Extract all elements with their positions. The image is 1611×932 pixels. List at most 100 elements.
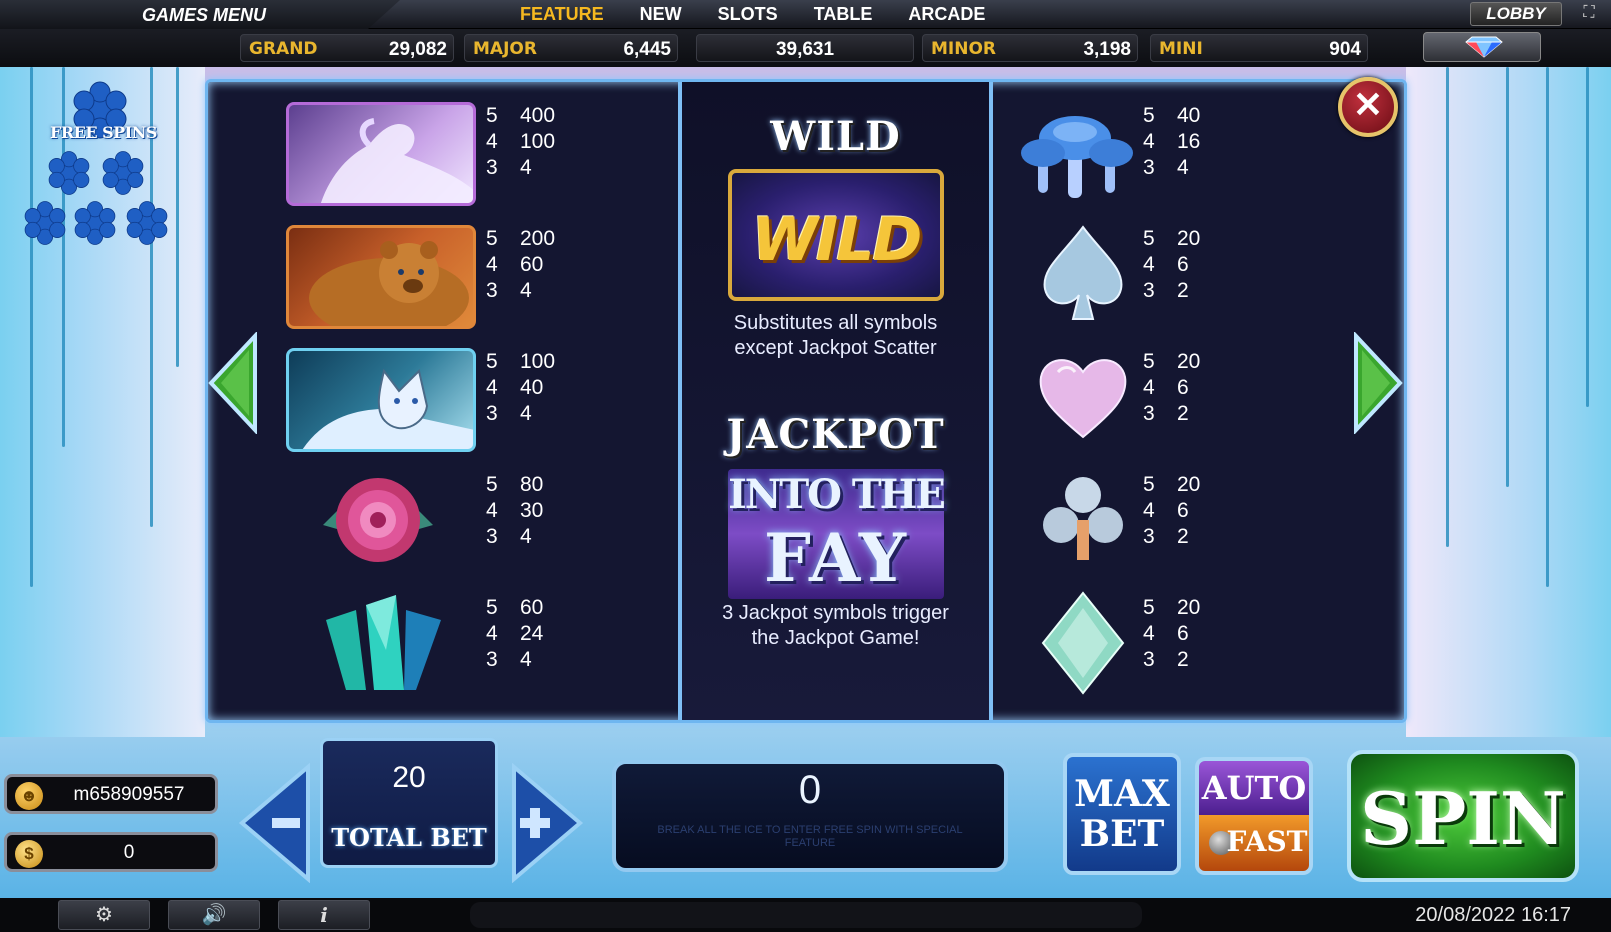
payout-value: 2	[1177, 525, 1189, 548]
payout-value: 20	[1177, 350, 1201, 373]
win-hint-text: BREAK ALL THE ICE TO ENTER FREE SPIN WIT…	[657, 824, 963, 849]
match-count: 4	[1143, 622, 1155, 645]
balance-text: 0	[123, 842, 135, 863]
mushroom-icon	[1021, 116, 1133, 198]
paytable-row: 5 60 4 24 34	[208, 584, 678, 707]
payout-value: 4	[520, 279, 532, 302]
previous-page-arrow[interactable]	[205, 332, 263, 434]
jackpot-major-value: 6,445	[623, 39, 671, 60]
user-icon: ☻	[15, 782, 43, 810]
jackpot-logo-line: INTO THE	[728, 471, 946, 518]
lobby-button[interactable]: LOBBY	[1470, 2, 1562, 26]
payout-list: 5 20 46 32	[1143, 595, 1200, 673]
close-button[interactable]: ✕	[1338, 77, 1398, 137]
max-bet-button[interactable]: MAX BET	[1063, 753, 1181, 875]
games-menu-button[interactable]: GAMES MENU	[0, 0, 400, 29]
match-count: 3	[1143, 156, 1155, 179]
fullscreen-icon[interactable]: ⛶	[1578, 4, 1600, 24]
jackpot-mini: MINI 904	[1150, 34, 1368, 62]
jackpot-description-line: 3 Jackpot symbols trigger	[722, 602, 949, 624]
spin-label: SPIN	[1360, 776, 1566, 861]
decrease-bet-button[interactable]	[236, 763, 314, 883]
tab-new[interactable]: NEW	[640, 4, 682, 25]
payout-value: 100	[520, 350, 556, 373]
jackpot-description: 3 Jackpot symbols trigger the Jackpot Ga…	[682, 601, 989, 651]
auto-spin-button[interactable]: AUTO	[1195, 757, 1313, 815]
paytable-row: 5 20 46 32	[993, 215, 1404, 338]
payout-value: 40	[1177, 104, 1201, 127]
tab-slots[interactable]: SLOTS	[718, 4, 778, 25]
match-count: 3	[486, 648, 498, 671]
match-count: 4	[1143, 253, 1155, 276]
paytable-left-column: 5 400 4 100 34 5 200 4 60 34 5 100 4 40 …	[208, 82, 678, 720]
category-tabs: FEATURE NEW SLOTS TABLE ARCADE	[520, 4, 1021, 25]
win-display: 0 BREAK ALL THE ICE TO ENTER FREE SPIN W…	[612, 760, 1008, 872]
close-icon: ✕	[1352, 84, 1384, 125]
settings-button[interactable]: ⚙	[58, 900, 150, 930]
paytable-panel: 5 400 4 100 34 5 200 4 60 34 5 100 4 40 …	[205, 79, 1407, 723]
paytable-row: 5 20 46 32	[993, 584, 1404, 707]
fast-spin-button[interactable]: FAST	[1195, 815, 1313, 875]
jackpot-grand-value: 29,082	[388, 39, 447, 60]
tab-feature[interactable]: FEATURE	[520, 4, 604, 25]
footer-bar: ⚙ 🔊 i 20/08/2022 16:17	[0, 898, 1611, 932]
info-button[interactable]: i	[278, 900, 370, 930]
jackpot-description-line: the Jackpot Game!	[751, 627, 920, 649]
payout-list: 5 200 4 60 34	[486, 226, 555, 304]
wolf-symbol	[286, 348, 476, 452]
crystal-icon	[326, 595, 441, 690]
tab-arcade[interactable]: ARCADE	[908, 4, 985, 25]
total-bet-value: 20	[392, 761, 426, 794]
balance-display: $ 0	[4, 832, 218, 872]
match-count: 4	[1143, 376, 1155, 399]
paytable-row: 5 80 4 30 34	[208, 461, 678, 584]
match-count: 5	[1143, 473, 1155, 496]
diamond-button[interactable]	[1423, 32, 1541, 62]
username-display: ☻ m658909557	[4, 774, 218, 814]
match-count: 5	[1143, 596, 1155, 619]
match-count: 5	[1143, 227, 1155, 250]
jackpot-center-value: 39,631	[775, 39, 835, 60]
ice-vine	[1506, 67, 1509, 487]
increase-bet-button[interactable]	[508, 763, 586, 883]
sound-button[interactable]: 🔊	[168, 900, 260, 930]
tab-table[interactable]: TABLE	[814, 4, 873, 25]
payout-value: 2	[1177, 402, 1189, 425]
match-count: 5	[486, 596, 498, 619]
snowflake-icon	[24, 201, 66, 245]
ice-vine	[1446, 67, 1449, 547]
payout-list: 5 40 4 16 34	[1143, 103, 1200, 181]
wild-logo-text: WILD	[751, 205, 923, 275]
ice-diamond-icon	[1041, 591, 1125, 695]
games-menu-label: GAMES MENU	[142, 5, 267, 25]
wild-description: Substitutes all symbols except Jackpot S…	[682, 311, 989, 361]
jackpot-title: JACKPOT	[726, 411, 945, 458]
payout-value: 400	[520, 104, 556, 127]
total-bet-box: 20 TOTAL BET	[320, 738, 498, 868]
match-count: 3	[1143, 525, 1155, 548]
speaker-icon: 🔊	[201, 904, 227, 926]
spin-button[interactable]: SPIN	[1347, 750, 1579, 882]
payout-list: 5 60 4 24 34	[486, 595, 543, 673]
jackpot-bar: GRAND 29,082 MAJOR 6,445 39,631 MINOR 3,…	[0, 29, 1611, 67]
fast-label: FAST	[1226, 825, 1308, 858]
match-count: 5	[486, 350, 498, 373]
payout-list: 5 400 4 100 34	[486, 103, 555, 181]
ice-spade-icon	[1043, 225, 1123, 320]
payout-value: 4	[520, 402, 532, 425]
gear-icon: ⚙	[95, 904, 113, 926]
wolf-icon	[302, 368, 473, 449]
jackpot-minor-value: 3,198	[1083, 39, 1131, 60]
jackpot-major: MAJOR 6,445	[464, 34, 678, 62]
payout-value: 4	[520, 156, 532, 179]
wild-description-line: except Jackpot Scatter	[734, 337, 937, 359]
next-page-arrow[interactable]	[1348, 332, 1406, 434]
match-count: 4	[486, 376, 498, 399]
match-count: 3	[1143, 648, 1155, 671]
ice-heart-icon	[1039, 359, 1127, 439]
jackpot-minor-label: MINOR	[931, 39, 997, 59]
snowflake-icon	[74, 201, 116, 245]
ice-vine	[30, 67, 33, 587]
payout-value: 20	[1177, 596, 1201, 619]
payout-list: 5 20 46 32	[1143, 349, 1200, 427]
